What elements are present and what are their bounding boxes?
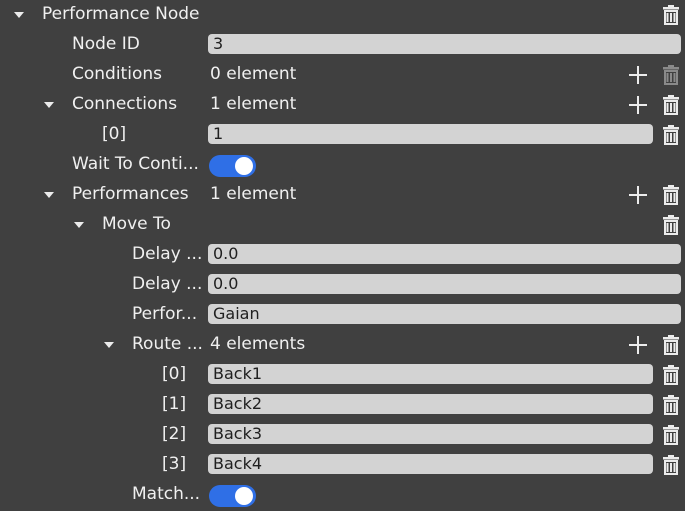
connections-count: 1 element [210, 94, 297, 114]
route-item-row: [2] Back3 [0, 420, 685, 450]
trash-icon[interactable] [662, 5, 682, 25]
route-item-index: [2] [162, 424, 187, 444]
add-icon[interactable] [628, 95, 648, 115]
delay-2-label: Delay ... [132, 274, 203, 294]
trash-icon[interactable] [662, 425, 682, 445]
performance-node-label: Performance Node [42, 4, 200, 24]
route-item-field[interactable]: Back1 [208, 364, 653, 384]
collapse-arrow-icon[interactable] [14, 12, 24, 18]
node-id-field[interactable]: 3 [208, 34, 681, 54]
route-item-row: [3] Back4 [0, 450, 685, 480]
collapse-arrow-icon[interactable] [44, 192, 54, 198]
performances-row: Performances 1 element [0, 180, 685, 210]
route-label: Route ... [132, 334, 203, 354]
connections-label: Connections [72, 94, 178, 114]
performer-field[interactable]: Gaian [208, 304, 681, 324]
delay-2-row: Delay ... 0.0 [0, 270, 685, 300]
performances-count: 1 element [210, 184, 297, 204]
route-item-index: [0] [162, 364, 187, 384]
delay-1-field[interactable]: 0.0 [208, 244, 681, 264]
add-icon[interactable] [628, 335, 648, 355]
add-icon[interactable] [628, 185, 648, 205]
trash-icon[interactable] [662, 215, 682, 235]
performer-row: Perfor... Gaian [0, 300, 685, 330]
wait-to-continue-label: Wait To Conti... [72, 154, 199, 174]
delay-2-field[interactable]: 0.0 [208, 274, 681, 294]
conditions-label: Conditions [72, 64, 162, 84]
performer-label: Perfor... [132, 304, 198, 324]
connections-item-index: [0] [102, 124, 127, 144]
toggle-knob [235, 157, 253, 175]
wait-to-continue-toggle[interactable] [209, 155, 256, 177]
route-item-field[interactable]: Back2 [208, 394, 653, 414]
trash-icon[interactable] [662, 395, 682, 415]
performances-label: Performances [72, 184, 189, 204]
route-item-row: [0] Back1 [0, 360, 685, 390]
node-id-row: Node ID 3 [0, 30, 685, 60]
trash-icon[interactable] [662, 125, 682, 145]
collapse-arrow-icon[interactable] [104, 342, 114, 348]
add-icon[interactable] [628, 65, 648, 85]
collapse-arrow-icon[interactable] [74, 222, 84, 228]
route-row: Route ... 4 elements [0, 330, 685, 360]
route-item-field[interactable]: Back4 [208, 454, 653, 474]
connections-row: Connections 1 element [0, 90, 685, 120]
performance-node-header: Performance Node [0, 0, 685, 30]
trash-icon[interactable] [662, 455, 682, 475]
connections-item-field[interactable]: 1 [208, 124, 653, 144]
toggle-knob [235, 487, 253, 505]
collapse-arrow-icon[interactable] [44, 102, 54, 108]
move-to-row: Move To [0, 210, 685, 240]
route-item-index: [3] [162, 454, 187, 474]
connections-item-row: [0] 1 [0, 120, 685, 150]
route-count: 4 elements [210, 334, 306, 354]
delay-1-row: Delay ... 0.0 [0, 240, 685, 270]
trash-icon-disabled [662, 65, 682, 85]
match-row: Match... [0, 480, 685, 510]
route-item-index: [1] [162, 394, 187, 414]
delay-1-label: Delay ... [132, 244, 203, 264]
trash-icon[interactable] [662, 335, 682, 355]
route-item-field[interactable]: Back3 [208, 424, 653, 444]
node-id-label: Node ID [72, 34, 140, 54]
wait-to-continue-row: Wait To Conti... [0, 150, 685, 180]
move-to-label: Move To [102, 214, 171, 234]
conditions-count: 0 element [210, 64, 297, 84]
match-toggle[interactable] [209, 485, 256, 507]
route-item-row: [1] Back2 [0, 390, 685, 420]
trash-icon[interactable] [662, 95, 682, 115]
match-label: Match... [132, 484, 201, 504]
trash-icon[interactable] [662, 185, 682, 205]
trash-icon[interactable] [662, 365, 682, 385]
conditions-row: Conditions 0 element [0, 60, 685, 90]
